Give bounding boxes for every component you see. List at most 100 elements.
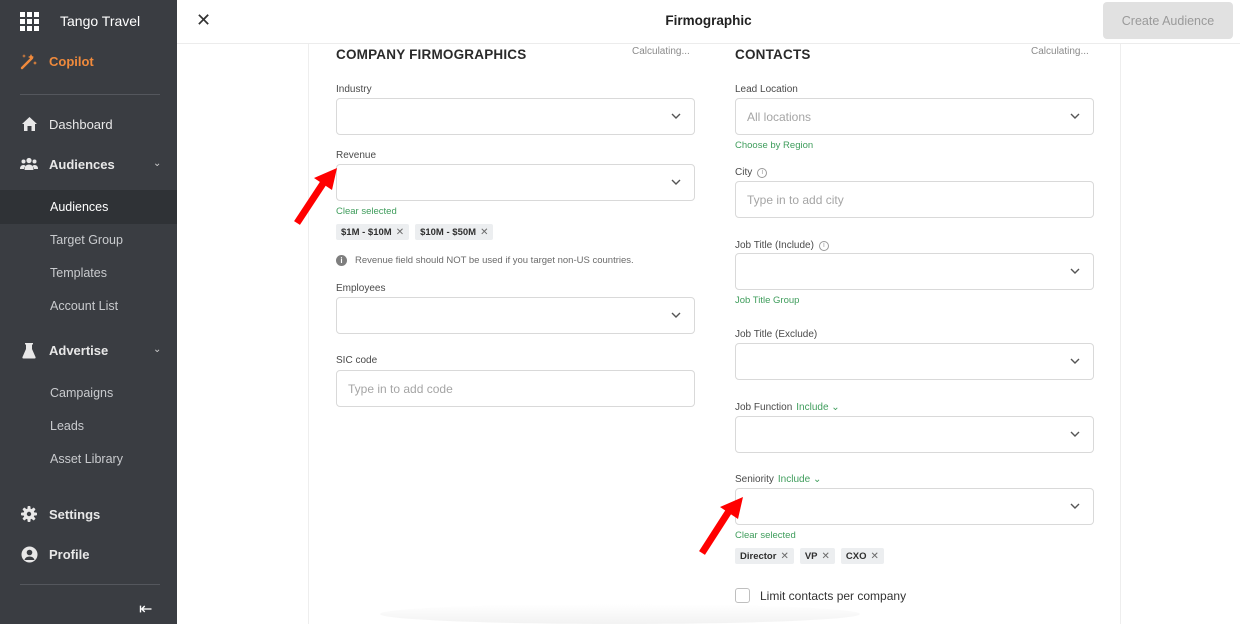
employees-label: Employees — [336, 283, 386, 294]
sidebar-subitem-asset-library[interactable]: Asset Library — [50, 452, 123, 470]
sidebar-subitem-target-group[interactable]: Target Group — [50, 233, 123, 251]
gear-icon — [20, 505, 38, 523]
chevron-down-icon — [1070, 113, 1080, 119]
chevron-down-icon[interactable]: ⌄ — [153, 158, 161, 169]
revenue-select[interactable] — [336, 164, 695, 201]
seniority-select[interactable] — [735, 488, 1094, 525]
chevron-down-icon: ⌄ — [812, 474, 822, 485]
profile-label: Profile — [49, 546, 90, 562]
app-grid-icon[interactable] — [20, 11, 39, 31]
users-icon — [20, 155, 38, 173]
job-title-exclude-label: Job Title (Exclude) — [735, 329, 818, 340]
chip-label: $1M - $10M — [341, 226, 392, 238]
brand-name: Tango Travel — [60, 13, 141, 29]
mode-label: Include — [796, 402, 829, 413]
seniority-text: Seniority — [735, 474, 774, 485]
dashboard-label: Dashboard — [49, 116, 113, 132]
city-label: City i — [735, 167, 768, 178]
seniority-mode-toggle[interactable]: Include ⌄ — [778, 474, 821, 485]
job-function-label: Job Function Include ⌄ — [735, 402, 840, 413]
brand[interactable]: Tango Travel — [20, 10, 140, 32]
page-title: Firmographic — [665, 13, 752, 28]
seniority-chip: VP ✕ — [799, 548, 835, 564]
red-arrow-annotation — [294, 168, 337, 225]
industry-select[interactable] — [336, 98, 695, 135]
sidebar-divider — [20, 94, 160, 95]
revenue-note-text: Revenue field should NOT be used if you … — [355, 255, 634, 266]
job-function-select[interactable] — [735, 416, 1094, 453]
sidebar-subitem-account-list[interactable]: Account List — [50, 299, 118, 317]
revenue-clear-selected[interactable]: Clear selected — [336, 206, 397, 217]
chevron-down-icon — [671, 179, 681, 185]
home-icon — [20, 115, 38, 133]
sidebar-item-profile[interactable]: Profile — [20, 544, 89, 564]
info-icon[interactable]: i — [818, 240, 829, 251]
job-title-include-label: Job Title (Include) i — [735, 240, 829, 251]
sidebar-item-settings[interactable]: Settings — [20, 504, 100, 524]
sidebar-item-audiences[interactable]: Audiences — [20, 154, 115, 174]
city-label-text: City — [735, 167, 753, 178]
sidebar-item-copilot[interactable]: Copilot — [20, 53, 94, 70]
city-input[interactable] — [735, 181, 1094, 218]
chevron-down-icon: ⌄ — [831, 402, 840, 413]
sidebar-subitem-campaigns[interactable]: Campaigns — [50, 386, 113, 404]
subitem-label: Audiences — [50, 200, 109, 214]
audiences-label: Audiences — [49, 156, 115, 172]
chip-label: CXO — [845, 550, 867, 562]
sidebar-subitem-templates[interactable]: Templates — [50, 266, 107, 284]
collapse-sidebar-icon[interactable]: ⇤ — [139, 599, 152, 619]
lead-location-label: Lead Location — [735, 84, 798, 95]
scroll-shadow — [380, 604, 860, 624]
revenue-chips: $1M - $10M ✕ $10M - $50M ✕ — [336, 224, 494, 240]
lead-location-select[interactable]: All locations — [735, 98, 1094, 135]
top-bar: ✕ Firmographic Create Audience — [177, 0, 1240, 44]
info-icon[interactable]: i — [757, 167, 768, 178]
create-audience-button[interactable]: Create Audience — [1103, 2, 1233, 39]
remove-chip-icon[interactable]: ✕ — [871, 551, 879, 562]
company-status: Calculating... — [632, 46, 690, 57]
sidebar-subitem-audiences[interactable]: Audiences — [0, 190, 177, 224]
sic-code-label: SIC code — [336, 355, 378, 366]
sidebar-item-advertise[interactable]: Advertise — [20, 340, 108, 360]
chevron-down-icon — [1070, 431, 1080, 437]
seniority-chip: CXO ✕ — [840, 548, 884, 564]
limit-contacts-row[interactable]: Limit contacts per company — [735, 588, 906, 603]
choose-by-region-link[interactable]: Choose by Region — [735, 140, 813, 151]
sidebar-subitem-leads[interactable]: Leads — [50, 419, 84, 437]
chevron-down-icon — [671, 312, 681, 318]
chip-label: VP — [804, 550, 818, 562]
sidebar-item-dashboard[interactable]: Dashboard — [20, 114, 113, 134]
remove-chip-icon[interactable]: ✕ — [480, 227, 488, 238]
job-title-exclude-select[interactable] — [735, 343, 1094, 380]
seniority-chips: Director ✕ VP ✕ CXO ✕ — [735, 548, 884, 564]
job-title-include-text: Job Title (Include) — [735, 240, 814, 251]
sic-code-input[interactable] — [336, 370, 695, 407]
remove-chip-icon[interactable]: ✕ — [396, 227, 404, 238]
contacts-status: Calculating... — [1031, 46, 1089, 57]
revenue-label: Revenue — [336, 150, 377, 161]
remove-chip-icon[interactable]: ✕ — [822, 551, 830, 562]
chevron-down-icon — [1070, 503, 1080, 509]
sidebar: Tango Travel Copilot Dashboard Audiences… — [0, 0, 177, 624]
chevron-down-icon — [1070, 358, 1080, 364]
remove-chip-icon[interactable]: ✕ — [780, 551, 788, 562]
job-title-include-select[interactable] — [735, 253, 1094, 290]
revenue-chip: $1M - $10M ✕ — [336, 224, 410, 240]
user-circle-icon — [20, 545, 38, 563]
info-icon: i — [336, 255, 347, 266]
flask-icon — [20, 341, 38, 359]
magic-wand-icon — [20, 54, 37, 70]
mode-label: Include — [777, 474, 811, 485]
employees-select[interactable] — [336, 297, 695, 334]
chip-label: $10M - $50M — [420, 226, 477, 238]
revenue-note: i Revenue field should NOT be used if yo… — [336, 255, 634, 266]
chevron-down-icon[interactable]: ⌄ — [153, 344, 161, 355]
company-section-title: COMPANY FIRMOGRAPHICS — [336, 47, 527, 62]
job-title-group-link[interactable]: Job Title Group — [735, 295, 799, 306]
job-function-mode-toggle[interactable]: Include ⌄ — [796, 402, 839, 413]
chevron-down-icon — [1070, 268, 1080, 274]
limit-contacts-checkbox[interactable] — [735, 588, 750, 603]
industry-label: Industry — [336, 84, 372, 95]
contacts-section-title: CONTACTS — [735, 47, 811, 62]
revenue-chip: $10M - $50M ✕ — [415, 224, 494, 240]
